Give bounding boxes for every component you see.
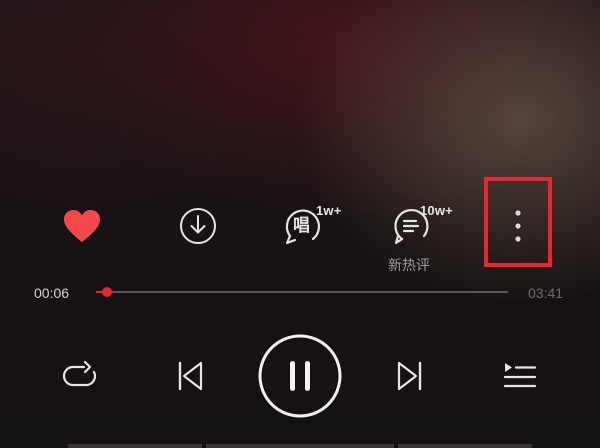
download-icon <box>180 208 216 244</box>
progress-knob[interactable] <box>102 287 113 297</box>
comments-label: 新热评 <box>388 257 430 273</box>
repeat-icon <box>62 360 97 387</box>
sing-glyph: 唱 <box>293 216 310 236</box>
previous-button[interactable] <box>170 356 210 396</box>
bottom-divider-center <box>206 444 394 448</box>
next-button[interactable] <box>390 356 430 396</box>
repeat-button[interactable] <box>60 356 100 396</box>
pause-icon <box>258 334 342 418</box>
next-icon <box>397 361 422 391</box>
total-time: 03:41 <box>528 285 564 301</box>
previous-icon <box>178 361 203 391</box>
sing-count-badge: 1w+ <box>316 203 342 218</box>
bottom-divider-right <box>398 444 532 448</box>
pause-button[interactable] <box>257 333 343 419</box>
like-button[interactable] <box>60 204 104 248</box>
comment-count-badge: 10w+ <box>420 203 453 218</box>
playlist-icon <box>503 363 537 388</box>
heart-icon <box>64 210 100 242</box>
playlist-button[interactable] <box>499 356 541 396</box>
more-highlight-box <box>484 177 552 267</box>
bottom-divider-left <box>68 444 202 448</box>
download-button[interactable] <box>176 204 220 248</box>
current-time: 00:06 <box>34 285 70 301</box>
progress-track[interactable] <box>96 287 508 297</box>
